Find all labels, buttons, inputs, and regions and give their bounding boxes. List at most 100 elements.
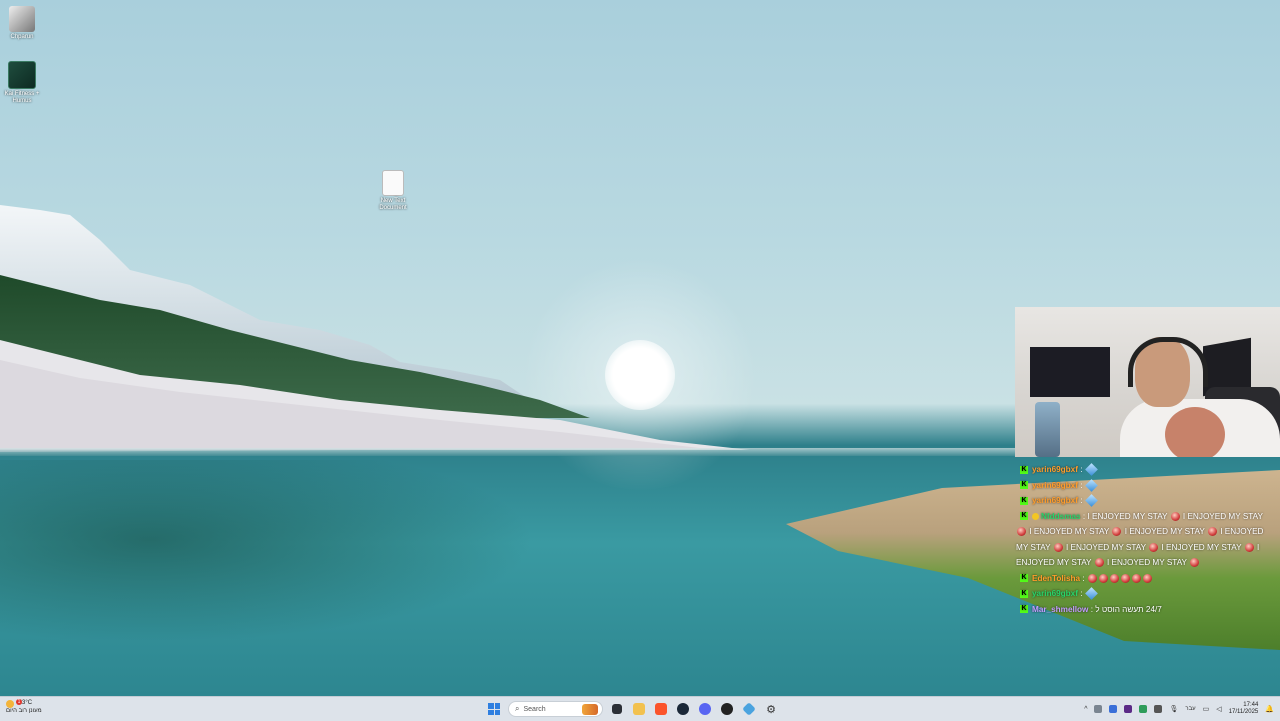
notification-bell-icon[interactable]: 🔔 (1265, 705, 1274, 713)
folder-icon (633, 703, 645, 715)
stream-chat-overlay: Kyarin69gbxf : Kyarin69gbxf : Kyarin69gb… (1016, 462, 1274, 617)
kick-badge-icon: K (1020, 481, 1028, 490)
desktop-icon-chparun[interactable]: Chparun (0, 6, 44, 41)
tray-app-icon[interactable] (1109, 705, 1118, 713)
chat-message: K Mar_shmellow : 24/7 תעשה הוסט ל (1016, 602, 1274, 618)
chat-message: Kyarin69gbxf : (1016, 478, 1274, 494)
monitor-icon[interactable]: ▭ (1203, 705, 1210, 713)
app-diamond-button[interactable] (741, 701, 757, 717)
webcam-overlay (1015, 307, 1280, 457)
steam-button[interactable] (675, 701, 691, 717)
weather-sun-icon: 1 (6, 699, 22, 708)
coin-badge-icon (1032, 512, 1039, 520)
mountains (0, 205, 750, 452)
obs-icon (721, 703, 733, 715)
chat-message: K EdenTolisha : (1016, 571, 1274, 587)
taskbar-clock[interactable]: 17:44 17/11/2025 (1229, 702, 1259, 716)
chat-text: I ENJOYED MY STAY (1124, 527, 1205, 536)
search-icon: ⌕ (515, 704, 520, 713)
weather-widget[interactable]: 1 23°C מעונן רוב היום (6, 699, 42, 715)
obs-button[interactable] (719, 701, 735, 717)
start-button[interactable] (486, 701, 502, 717)
kick-badge-icon: K (1020, 465, 1028, 474)
emote-icon (1094, 558, 1104, 568)
weather-desc: מעונן רוב היום (6, 708, 42, 714)
search-highlight-icon (582, 704, 598, 715)
emote-icon (1170, 511, 1180, 521)
chat-username: yarin69gbxf (1032, 465, 1078, 474)
chat-separator: : (1082, 511, 1086, 521)
chat-username: yarin69gbxf (1032, 480, 1078, 490)
kick-badge-icon: K (1020, 589, 1028, 598)
emote-icon (1087, 573, 1097, 583)
desktop-icon-new-text-document[interactable]: New Text Document (371, 170, 415, 212)
emote-icon (1084, 478, 1098, 492)
chat-text: I ENJOYED MY STAY (1087, 511, 1168, 521)
diamond-icon (742, 702, 756, 716)
chat-separator: : (1080, 496, 1083, 505)
brave-browser-button[interactable] (653, 701, 669, 717)
task-view-icon (612, 704, 622, 714)
tray-app-icon[interactable] (1139, 705, 1148, 713)
chat-username: yarin69gbxf (1032, 496, 1078, 505)
chat-message: Kyarin69gbxf : (1016, 586, 1274, 602)
emote-icon (1098, 573, 1108, 583)
chat-username: Nfddsmas (1041, 511, 1081, 521)
chat-text: I ENJOYED MY STAY (1029, 527, 1110, 536)
desktop-icon-label: Kai Fitness + Humus (4, 91, 40, 104)
chat-separator: : (1090, 604, 1093, 614)
emote-icon (1112, 527, 1122, 537)
file-explorer-button[interactable] (631, 701, 647, 717)
taskbar: 1 23°C מעונן רוב היום ⌕ Search ⚙ ^ 🎙 עבר… (0, 696, 1280, 721)
language-indicator[interactable]: עבר (1185, 706, 1195, 712)
speaker-icon[interactable]: ◁ (1216, 705, 1221, 713)
microphone-icon[interactable]: 🎙 (1169, 705, 1178, 713)
emote-icon (1131, 573, 1141, 583)
chat-text: I ENJOYED MY STAY (1106, 558, 1187, 567)
emote-icon (1142, 573, 1152, 583)
kick-badge-icon: K (1020, 605, 1028, 614)
clock-time: 17:44 (1243, 702, 1259, 708)
emote-icon (1109, 573, 1119, 583)
kick-badge-icon: K (1020, 512, 1028, 521)
emote-icon (1190, 558, 1200, 568)
emote-icon (1120, 573, 1130, 583)
chat-username: yarin69gbxf (1032, 589, 1078, 598)
chat-separator: : (1080, 480, 1083, 490)
discord-button[interactable] (697, 701, 713, 717)
settings-button[interactable]: ⚙ (763, 701, 779, 717)
chat-text: 24/7 תעשה הוסט ל (1095, 604, 1162, 614)
desktop-icon-label: New Text Document (379, 198, 407, 211)
taskbar-search[interactable]: ⌕ Search (508, 701, 603, 717)
taskbar-apps: ⌕ Search ⚙ (486, 700, 779, 718)
system-tray: ^ 🎙 עבר ▭ ◁ 17:44 17/11/2025 🔔 (1084, 700, 1274, 718)
desktop-icon-kai-fitness[interactable]: Kai Fitness + Humus (0, 61, 44, 105)
discord-icon (699, 703, 711, 715)
kick-badge-icon: K (1020, 574, 1028, 583)
emote-icon (1084, 494, 1098, 508)
tray-app-icon[interactable] (1094, 705, 1103, 713)
emote-icon (1149, 542, 1159, 552)
emote-icon (1017, 527, 1026, 537)
chat-username: EdenTolisha (1032, 573, 1081, 583)
brave-icon (655, 703, 667, 715)
chat-text: I ENJOYED MY STAY (1182, 511, 1263, 521)
chat-message: Kyarin69gbxf : (1016, 462, 1274, 478)
streamer-hand (1165, 407, 1225, 457)
emote-icon (1084, 463, 1098, 477)
weather-alert-badge: 1 (16, 699, 22, 705)
tray-app-icon[interactable] (1154, 705, 1163, 713)
kick-badge-icon: K (1020, 496, 1028, 505)
chat-text: I ENJOYED MY STAY (1161, 542, 1242, 552)
task-view-button[interactable] (609, 701, 625, 717)
steam-icon (677, 703, 689, 715)
tray-app-icon[interactable] (1124, 705, 1133, 713)
chat-separator: : (1080, 589, 1083, 598)
chat-text: I ENJOYED MY STAY (1066, 542, 1146, 552)
acoustic-panel (1030, 347, 1110, 397)
lake-reflection (0, 460, 600, 660)
clock-date: 17/11/2025 (1228, 709, 1259, 715)
headset (1128, 337, 1208, 387)
desktop-icon-label: Chparun (10, 34, 34, 40)
chevron-up-icon[interactable]: ^ (1084, 706, 1087, 713)
